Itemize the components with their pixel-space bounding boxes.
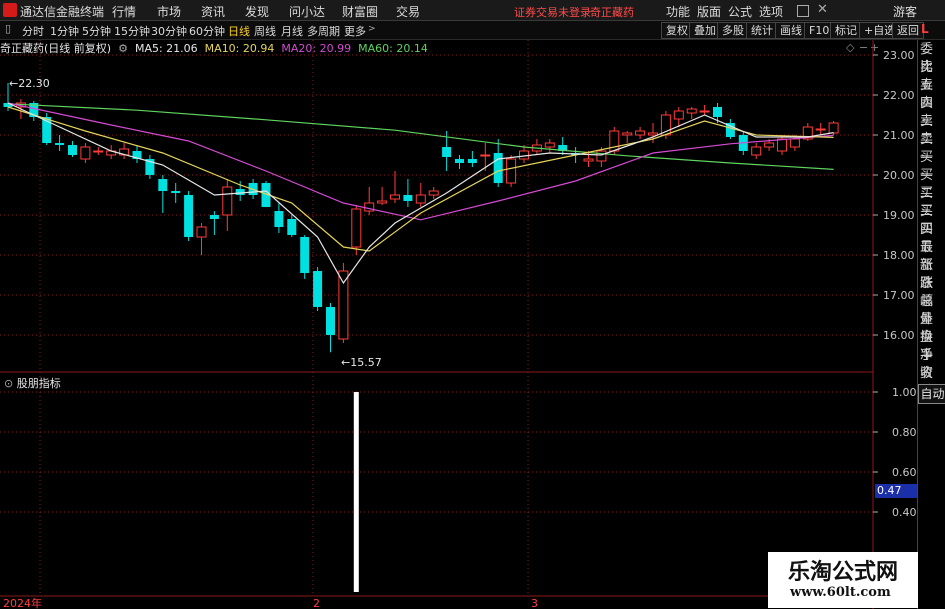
watermark-title: 乐淘公式网 [788,559,899,585]
candle-body [274,211,284,227]
price-tick-label: 16.00 [883,329,915,342]
candle-body [622,132,633,136]
candle-body [699,110,710,113]
candle-body [184,195,194,237]
candle-body [713,107,722,117]
candle-body [764,142,775,148]
candle-body [209,215,219,219]
indicator-tick-label: 0.60 [892,466,917,479]
candle-body [442,147,452,157]
candle-body [93,150,104,153]
date-label: 2024年 [3,596,42,609]
main-chart[interactable]: 23.0022.0021.0020.0019.0018.0017.0016.00… [0,0,945,609]
candle-body [455,159,464,163]
price-tick-label: 22.00 [883,89,915,102]
candle-body [815,128,826,131]
candle-body [467,159,477,163]
indicator-current-value: 0.47 [875,484,917,498]
candle-body [635,130,646,136]
candle-body [544,142,555,148]
candle-body [222,186,233,216]
indicator-tick-label: 0.40 [892,506,917,519]
candle-body [158,179,168,191]
candle-body [596,150,607,162]
candle-body [583,158,594,162]
candle-body [648,132,658,136]
candle-body [68,145,77,155]
candle-body [338,270,349,340]
indicator-signal-bar [353,392,359,592]
candle-body [480,154,491,157]
ma10-line [7,106,834,252]
candle-body [351,208,362,248]
price-tick-label: 23.00 [883,49,915,62]
low-annotation: ←15.57 [341,356,382,369]
high-annotation: ←22.30 [9,77,50,90]
candle-body [686,108,697,114]
price-tick-label: 18.00 [883,249,915,262]
candle-body [235,189,245,195]
candle-body [196,226,207,238]
candle-body [313,271,323,307]
candle-body [300,237,310,273]
price-tick-label: 19.00 [883,209,915,222]
indicator-header: ⊙ 股朋指标 [4,375,61,391]
candle-body [428,190,439,196]
indicator-toggle-icon[interactable]: ⊙ [4,377,13,390]
price-tick-label: 21.00 [883,129,915,142]
candle-body [789,138,800,148]
candle-body [673,110,684,120]
candle-body [751,146,762,156]
candle-body [777,138,787,152]
candle-body [171,191,181,193]
candle-body [80,146,91,160]
price-tick-label: 20.00 [883,169,915,182]
date-label: 2 [313,597,320,609]
indicator-title: 股朋指标 [16,377,61,390]
candle-body [415,194,426,204]
candle-body [506,158,517,184]
indicator-tick-label: 1.00 [892,386,917,399]
candle-body [326,307,335,335]
candle-body [287,219,297,235]
watermark-url: www.60lt.com [790,585,891,600]
ma60-line [7,103,834,170]
candle-body [55,143,65,145]
price-tick-label: 17.00 [883,289,915,302]
candle-body [493,153,503,183]
candle-body [377,200,388,204]
auto-button[interactable]: 自动 [918,384,945,404]
indicator-tick-label: 0.80 [892,426,917,439]
candle-body [828,122,839,134]
candle-body [390,194,400,200]
side-panel-marker: L [921,22,929,36]
date-label: 3 [531,597,538,609]
candle-body [519,150,529,160]
candle-body [403,195,413,201]
